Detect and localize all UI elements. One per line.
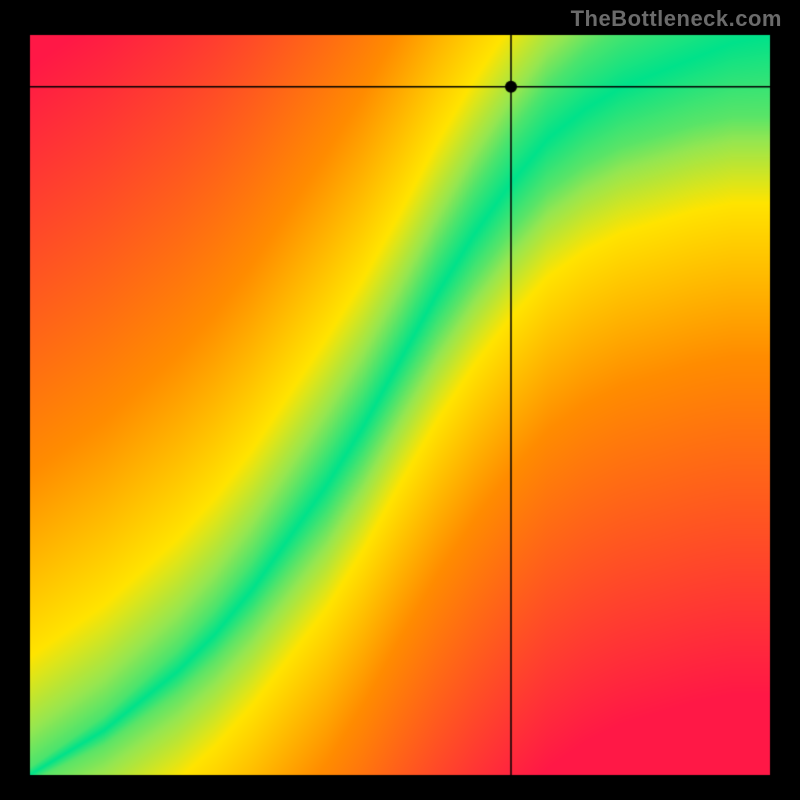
chart-frame [0, 0, 800, 800]
heatmap-canvas [0, 0, 800, 800]
watermark-text: TheBottleneck.com [571, 6, 782, 32]
